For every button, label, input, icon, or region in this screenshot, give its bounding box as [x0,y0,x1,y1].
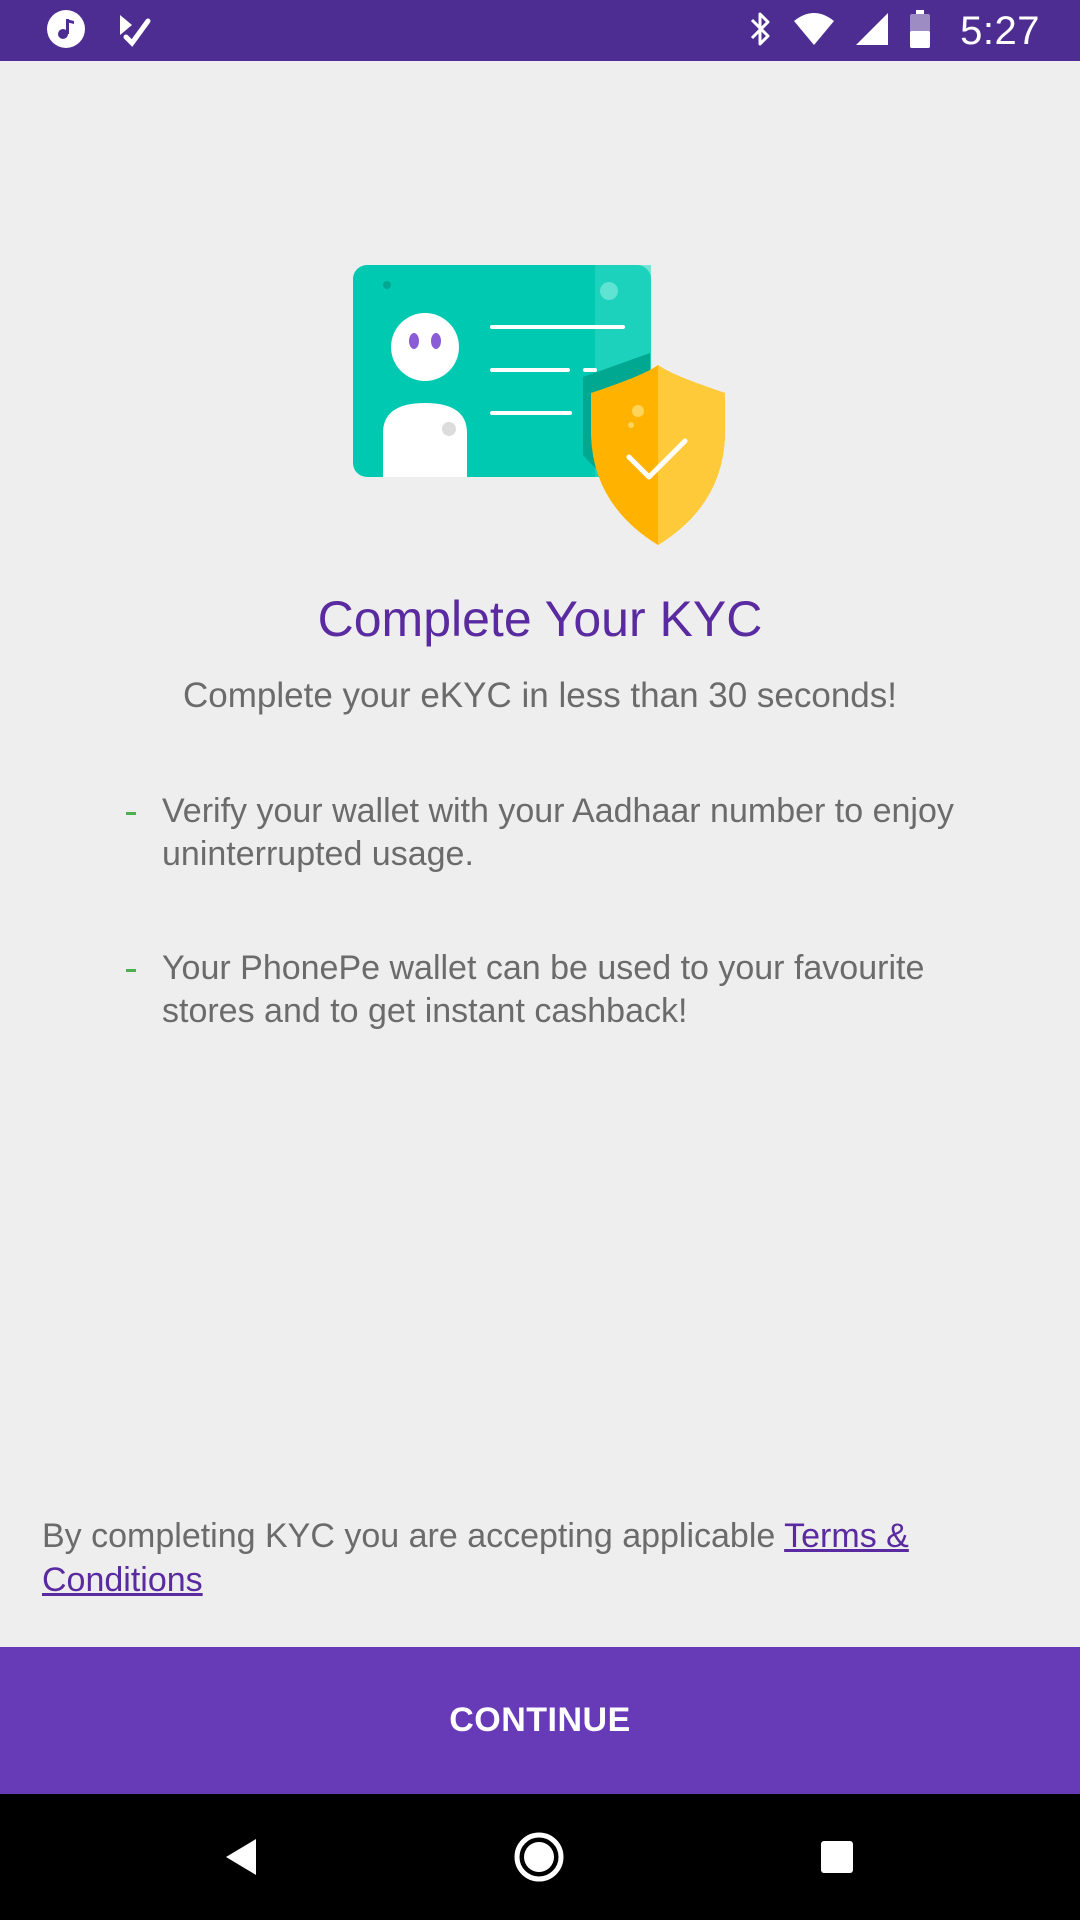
recents-icon [821,1841,853,1873]
back-button[interactable] [210,1827,270,1887]
wifi-icon [792,11,836,52]
bullet-dash-icon [126,969,136,972]
tasks-check-icon [116,11,152,52]
benefit-item: Your PhonePe wallet can be used to your … [126,947,956,1033]
home-button[interactable] [509,1827,569,1887]
battery-icon [908,9,932,54]
home-icon [514,1832,564,1882]
status-bar-left [46,9,152,54]
benefit-list: Verify your wallet with your Aadhaar num… [126,790,956,1104]
recents-button[interactable] [807,1827,867,1887]
bluetooth-icon [748,10,774,53]
benefit-text: Verify your wallet with your Aadhaar num… [162,792,954,873]
status-time: 5:27 [960,8,1040,53]
benefit-item: Verify your wallet with your Aadhaar num… [126,790,956,876]
id-card-shield-illustration [353,265,725,545]
navigation-bar [0,1794,1080,1920]
status-bar: 5:27 [0,0,1080,61]
terms-notice: By completing KYC you are accepting appl… [42,1514,1042,1602]
signal-icon [854,11,890,52]
terms-text: By completing KYC you are accepting appl… [42,1517,785,1555]
page-title: Complete Your KYC [317,591,763,647]
back-icon [226,1839,256,1875]
bullet-dash-icon [126,812,136,815]
continue-button[interactable]: CONTINUE [0,1647,1080,1794]
kyc-illustration [345,255,735,550]
status-bar-right: 5:27 [748,8,1040,54]
music-icon [46,9,86,54]
page-subtitle: Complete your eKYC in less than 30 secon… [183,676,897,715]
benefit-text: Your PhonePe wallet can be used to your … [162,949,925,1030]
